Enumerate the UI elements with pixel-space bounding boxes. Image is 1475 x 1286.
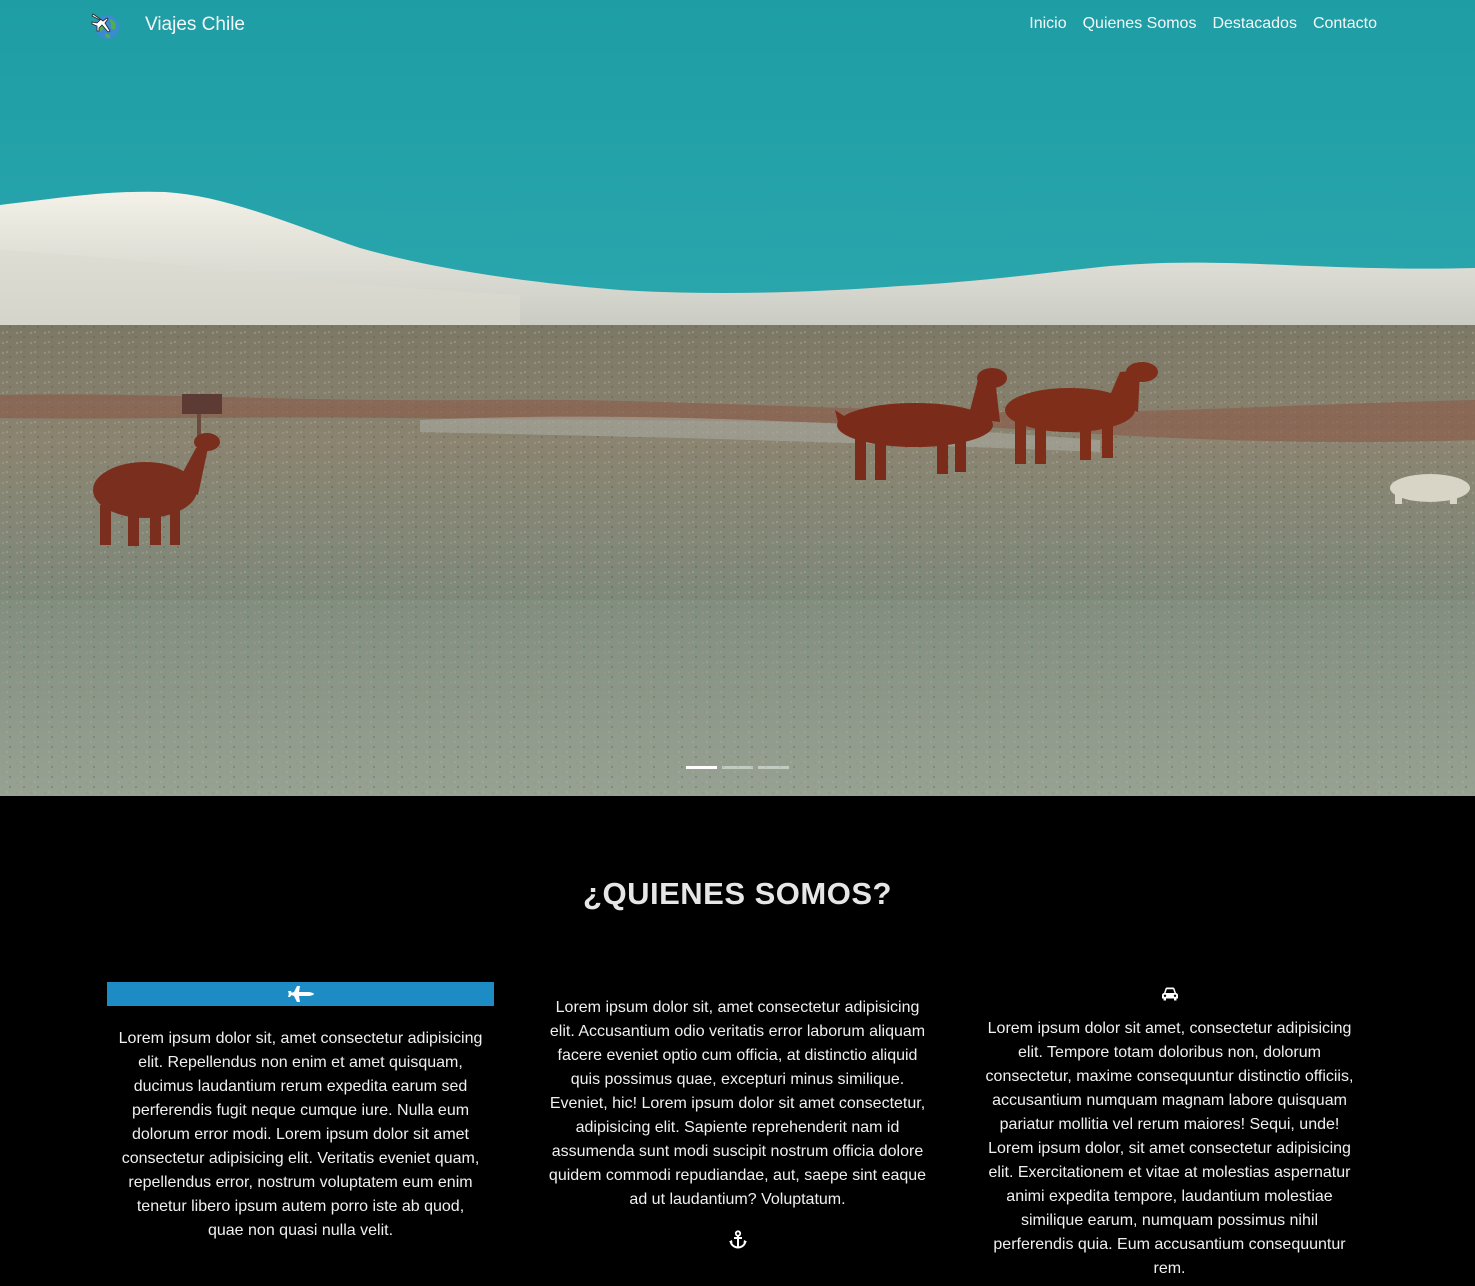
brand-name: Viajes Chile [145, 14, 245, 35]
about-column-2: Lorem ipsum dolor sit, amet consectetur … [544, 996, 931, 1254]
airplane-icon [287, 986, 314, 1002]
section-title: ¿QUIENES SOMOS? [583, 876, 892, 911]
nav-item-destacados[interactable]: Destacados [1212, 14, 1297, 34]
nav-item-quienes-somos[interactable]: Quienes Somos [1083, 14, 1197, 34]
llamas-altiplano-photo [0, 0, 1475, 796]
brand-link[interactable]: Viajes Chile [90, 9, 245, 41]
carousel-indicators [686, 766, 794, 769]
about-column-3: Lorem ipsum dolor sit amet, consectetur … [976, 982, 1363, 1281]
about-text-3: Lorem ipsum dolor sit amet, consectetur … [985, 1020, 1354, 1277]
anchor-icon-wrap [544, 1230, 931, 1254]
about-column-1: Lorem ipsum dolor sit, amet consectetur … [107, 982, 494, 1243]
anchor-icon [728, 1230, 747, 1249]
about-text-2: Lorem ipsum dolor sit, amet consectetur … [548, 999, 927, 1208]
car-icon [1161, 987, 1178, 1001]
globe-airplane-logo-icon [91, 13, 119, 39]
nav-item-inicio[interactable]: Inicio [1029, 14, 1066, 34]
top-navbar: Viajes Chile Inicio Quienes Somos Destac… [0, 0, 1475, 50]
about-text-1: Lorem ipsum dolor sit, amet consectetur … [118, 1030, 483, 1239]
about-section: ¿QUIENES SOMOS? Lorem ipsum dolor sit, a… [0, 796, 1475, 1286]
nav-item-contacto[interactable]: Contacto [1313, 14, 1377, 34]
carousel-indicator-3[interactable] [758, 766, 789, 769]
carousel-indicator-1[interactable] [686, 766, 717, 769]
nav-menu: Inicio Quienes Somos Destacados Contacto [1013, 14, 1377, 34]
hero-carousel[interactable]: Viajes Chile Inicio Quienes Somos Destac… [0, 0, 1475, 796]
icon-bar [107, 982, 494, 1006]
car-icon-wrap [976, 982, 1363, 1006]
carousel-indicator-2[interactable] [722, 766, 753, 769]
